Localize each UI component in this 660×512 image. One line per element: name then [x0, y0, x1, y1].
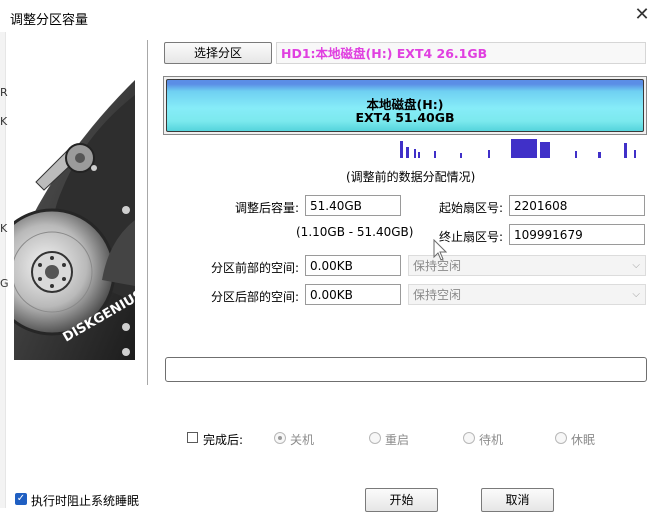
after-space-select-value: 保持空闲	[413, 288, 462, 302]
after-space-label: 分区后部的空间:	[210, 290, 299, 304]
new-size-label: 调整后容量:	[234, 201, 299, 215]
background-window-strip	[0, 32, 6, 508]
new-size-input[interactable]: 51.40GB	[305, 195, 401, 216]
radio-shutdown-label: 关机	[290, 433, 315, 447]
start-sector-input[interactable]: 2201608	[509, 195, 645, 216]
after-done-label: 完成后:	[203, 433, 244, 447]
radio-hibernate-label: 休眠	[571, 433, 596, 447]
close-icon[interactable]: ✕	[633, 6, 651, 24]
before-space-input[interactable]: 0.00KB	[305, 255, 401, 276]
hard-disk-icon: DISKGENIUS	[14, 40, 135, 360]
chevron-down-icon: ⌵	[632, 289, 640, 300]
partition-bar[interactable]: 本地磁盘(H:) EXT4 51.40GB	[166, 79, 644, 132]
chevron-down-icon: ⌵	[632, 260, 640, 271]
after-space-select[interactable]: 保持空闲 ⌵	[408, 284, 646, 305]
radio-hibernate[interactable]	[555, 432, 567, 444]
start-sector-label: 起始扇区号:	[438, 201, 503, 215]
select-partition-button[interactable]: 选择分区	[164, 42, 272, 64]
radio-restart[interactable]	[369, 432, 381, 444]
mouse-cursor-icon	[433, 239, 447, 261]
background-text-fragment: G	[0, 277, 9, 290]
before-space-select-value: 保持空闲	[413, 259, 462, 273]
window-title: 调整分区容量	[10, 13, 89, 28]
progress-bar	[165, 357, 647, 382]
vertical-divider-highlight	[148, 40, 149, 385]
partition-bar-size: EXT4 51.40GB	[355, 110, 455, 125]
radio-shutdown[interactable]	[274, 432, 286, 444]
end-sector-input[interactable]: 109991679	[509, 224, 645, 245]
radio-restart-label: 重启	[385, 433, 410, 447]
distribution-caption: (调整前的数据分配情况)	[346, 170, 476, 184]
background-text-fragment: R	[0, 86, 8, 99]
prevent-sleep-checkbox[interactable]: ✓	[15, 493, 27, 505]
start-button[interactable]: 开始	[365, 488, 438, 512]
hard-disk-illustration: DISKGENIUS	[14, 40, 135, 360]
cancel-button[interactable]: 取消	[481, 488, 554, 512]
after-space-input[interactable]: 0.00KB	[305, 284, 401, 305]
before-space-label: 分区前部的空间:	[210, 261, 299, 275]
radio-standby-label: 待机	[479, 433, 504, 447]
background-text-fragment: K	[0, 115, 8, 128]
prevent-sleep-label: 执行时阻止系统睡眠	[31, 494, 140, 508]
after-done-checkbox[interactable]	[187, 432, 198, 443]
data-distribution-map	[162, 137, 646, 158]
background-text-fragment: K	[0, 222, 8, 235]
data-distribution-graph	[162, 137, 646, 158]
radio-standby[interactable]	[463, 432, 475, 444]
selected-partition-label: HD1:本地磁盘(H:) EXT4 26.1GB	[276, 42, 646, 64]
size-range-text: (1.10GB - 51.40GB)	[296, 225, 414, 239]
